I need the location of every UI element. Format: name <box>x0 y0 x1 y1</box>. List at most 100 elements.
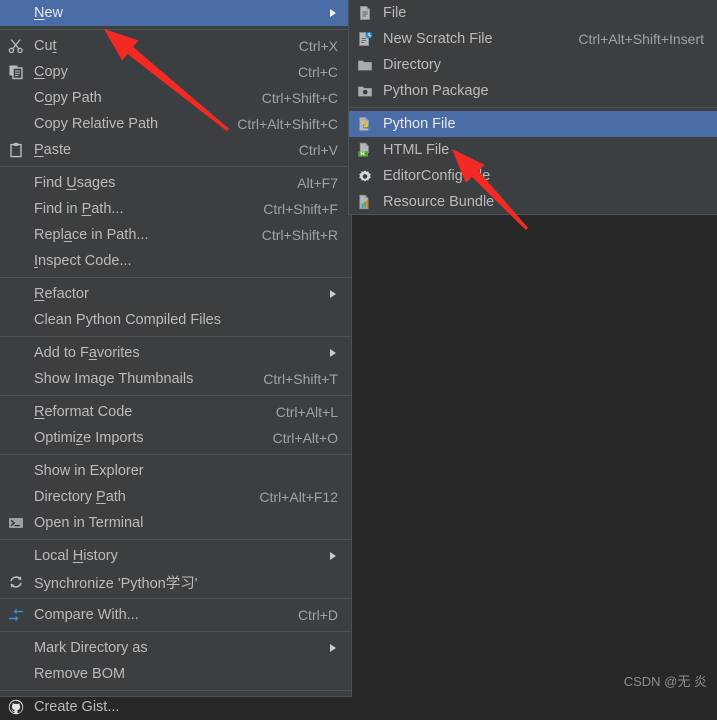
csdn-watermark: CSDN @无 炎 <box>623 674 707 689</box>
submenu-item-file[interactable]: File <box>349 0 717 26</box>
menu-item-label: Create Gist... <box>34 699 120 715</box>
menu-item-shortcut: Ctrl+Alt+F12 <box>259 489 338 505</box>
icon-placeholder <box>0 458 32 484</box>
github-icon <box>0 694 32 720</box>
menu-item-shortcut: Ctrl+D <box>297 607 338 623</box>
menu-item-mark-directory-as[interactable]: Mark Directory as <box>0 635 351 661</box>
menu-item-label: Open in Terminal <box>34 515 144 531</box>
menu-item-label: HTML File <box>383 142 450 158</box>
icon-placeholder <box>0 399 32 425</box>
menu-item-directory-path[interactable]: Directory Path Ctrl+Alt+F12 <box>0 484 351 510</box>
icon-placeholder <box>0 281 32 307</box>
menu-separator <box>0 29 351 30</box>
menu-separator <box>0 336 351 337</box>
menu-item-shortcut: Ctrl+X <box>298 38 338 54</box>
menu-item-find-usages[interactable]: Find Usages Alt+F7 <box>0 170 351 196</box>
menu-item-label: New Scratch File <box>383 31 493 47</box>
icon-placeholder <box>0 340 32 366</box>
menu-item-shortcut: Alt+F7 <box>297 175 338 191</box>
menu-item-show-in-explorer[interactable]: Show in Explorer <box>0 458 351 484</box>
submenu-item-python-file[interactable]: Python File <box>349 111 717 137</box>
menu-separator <box>0 395 351 396</box>
menu-item-shortcut: Ctrl+C <box>297 64 338 80</box>
menu-item-remove-bom[interactable]: Remove BOM <box>0 661 351 687</box>
menu-item-find-in-path[interactable]: Find in Path... Ctrl+Shift+F <box>0 196 351 222</box>
icon-placeholder <box>0 543 32 569</box>
menu-item-label: EditorConfig File <box>383 168 491 184</box>
menu-item-label: Inspect Code... <box>34 253 132 269</box>
menu-item-label: Find Usages <box>34 175 116 191</box>
menu-item-label: Copy Path <box>34 90 102 106</box>
submenu-item-editorconfig-file[interactable]: EditorConfig File <box>349 163 717 189</box>
menu-item-label: Copy Relative Path <box>34 116 159 132</box>
project-context-menu[interactable]: New Cut Ctrl+X Copy Ctrl+C Copy Path Ctrl+Sh… <box>0 0 352 715</box>
menu-separator <box>0 598 351 599</box>
screen: New Cut Ctrl+X Copy Ctrl+C Copy Path Ctrl+Sh… <box>0 0 717 715</box>
menu-item-show-image-thumbnails[interactable]: Show Image Thumbnails Ctrl+Shift+T <box>0 366 351 392</box>
gear-icon <box>349 163 381 189</box>
chevron-right-icon <box>325 349 351 357</box>
menu-item-add-to-favorites[interactable]: Add to Favorites <box>0 340 351 366</box>
refresh-icon <box>0 569 32 595</box>
icon-placeholder <box>0 307 32 333</box>
menu-item-label: New <box>34 5 64 21</box>
menu-separator <box>349 107 717 108</box>
scratch-file-icon <box>349 26 381 52</box>
menu-item-inspect-code[interactable]: Inspect Code... <box>0 248 351 274</box>
menu-item-paste[interactable]: Paste Ctrl+V <box>0 137 351 163</box>
submenu-item-python-package[interactable]: Python Package <box>349 78 717 104</box>
menu-item-new[interactable]: New <box>0 0 351 26</box>
menu-item-label: Directory <box>383 57 442 73</box>
submenu-item-resource-bundle[interactable]: Resource Bundle <box>349 189 717 215</box>
menu-item-cut[interactable]: Cut Ctrl+X <box>0 33 351 59</box>
menu-item-label: Resource Bundle <box>383 194 495 210</box>
menu-item-label: Refactor <box>34 286 89 302</box>
menu-item-replace-in-path[interactable]: Replace in Path... Ctrl+Shift+R <box>0 222 351 248</box>
folder-icon <box>349 52 381 78</box>
icon-placeholder <box>0 196 32 222</box>
icon-placeholder <box>0 248 32 274</box>
menu-separator <box>0 690 351 691</box>
menu-item-reformat-code[interactable]: Reformat Code Ctrl+Alt+L <box>0 399 351 425</box>
menu-item-shortcut: Ctrl+V <box>298 142 338 158</box>
icon-placeholder <box>0 85 32 111</box>
resource-bundle-icon <box>349 189 381 215</box>
menu-item-copy-relative-path[interactable]: Copy Relative Path Ctrl+Alt+Shift+C <box>0 111 351 137</box>
menu-item-create-gist[interactable]: Create Gist... <box>0 694 351 720</box>
submenu-item-html-file[interactable]: H HTML File <box>349 137 717 163</box>
menu-item-label: Show in Explorer <box>34 463 144 479</box>
menu-separator <box>0 166 351 167</box>
menu-item-shortcut: Ctrl+Alt+Shift+C <box>237 116 338 132</box>
menu-item-label: Local History <box>34 548 118 564</box>
menu-separator <box>0 539 351 540</box>
submenu-item-new-scratch-file[interactable]: New Scratch File Ctrl+Alt+Shift+Insert <box>349 26 717 52</box>
menu-item-compare-with[interactable]: Compare With... Ctrl+D <box>0 602 351 628</box>
menu-item-optimize-imports[interactable]: Optimize Imports Ctrl+Alt+O <box>0 425 351 451</box>
new-submenu[interactable]: File New Scratch File Ctrl+Alt+Shift+Inse… <box>348 0 717 215</box>
icon-placeholder <box>0 425 32 451</box>
menu-item-open-in-terminal[interactable]: Open in Terminal <box>0 510 351 536</box>
menu-item-shortcut: Ctrl+Shift+F <box>263 201 338 217</box>
menu-item-label: Synchronize 'Python学习' <box>34 575 198 592</box>
menu-item-shortcut: Ctrl+Alt+Shift+Insert <box>578 31 704 47</box>
scissors-icon <box>0 33 32 59</box>
menu-item-label: File <box>383 5 407 21</box>
menu-item-copy-path[interactable]: Copy Path Ctrl+Shift+C <box>0 85 351 111</box>
menu-item-shortcut: Ctrl+Alt+L <box>275 404 338 420</box>
menu-item-label: Copy <box>34 64 68 80</box>
icon-placeholder <box>0 0 32 26</box>
icon-placeholder <box>0 635 32 661</box>
submenu-item-directory[interactable]: Directory <box>349 52 717 78</box>
python-file-icon <box>349 111 381 137</box>
file-icon <box>349 0 381 26</box>
menu-item-refactor[interactable]: Refactor <box>0 281 351 307</box>
menu-item-local-history[interactable]: Local History <box>0 543 351 569</box>
menu-item-label: Mark Directory as <box>34 640 148 656</box>
menu-item-label: Compare With... <box>34 607 139 623</box>
menu-item-synchronize-python[interactable]: Synchronize 'Python学习' <box>0 569 351 595</box>
menu-separator <box>0 631 351 632</box>
menu-item-shortcut: Ctrl+Alt+O <box>272 430 338 446</box>
menu-item-shortcut: Ctrl+Shift+R <box>261 227 338 243</box>
menu-item-copy[interactable]: Copy Ctrl+C <box>0 59 351 85</box>
menu-item-clean-python-compiled-files[interactable]: Clean Python Compiled Files <box>0 307 351 333</box>
